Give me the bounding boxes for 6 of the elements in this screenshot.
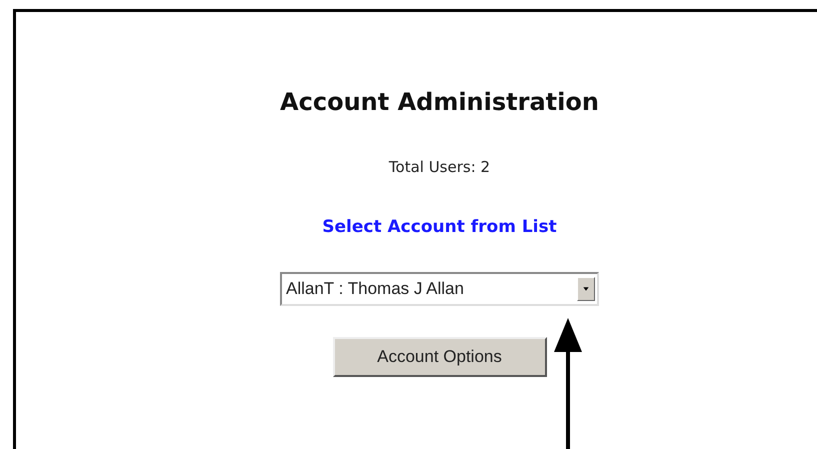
select-account-link[interactable]: Select Account from List (322, 217, 557, 237)
account-select[interactable]: AllanT : Thomas J Allan (280, 272, 599, 306)
account-options-button[interactable]: Account Options (332, 337, 546, 377)
total-users-text: Total Users: 2 (388, 158, 490, 176)
caret-icon[interactable] (577, 277, 595, 301)
page-title: Account Administration (280, 88, 599, 116)
